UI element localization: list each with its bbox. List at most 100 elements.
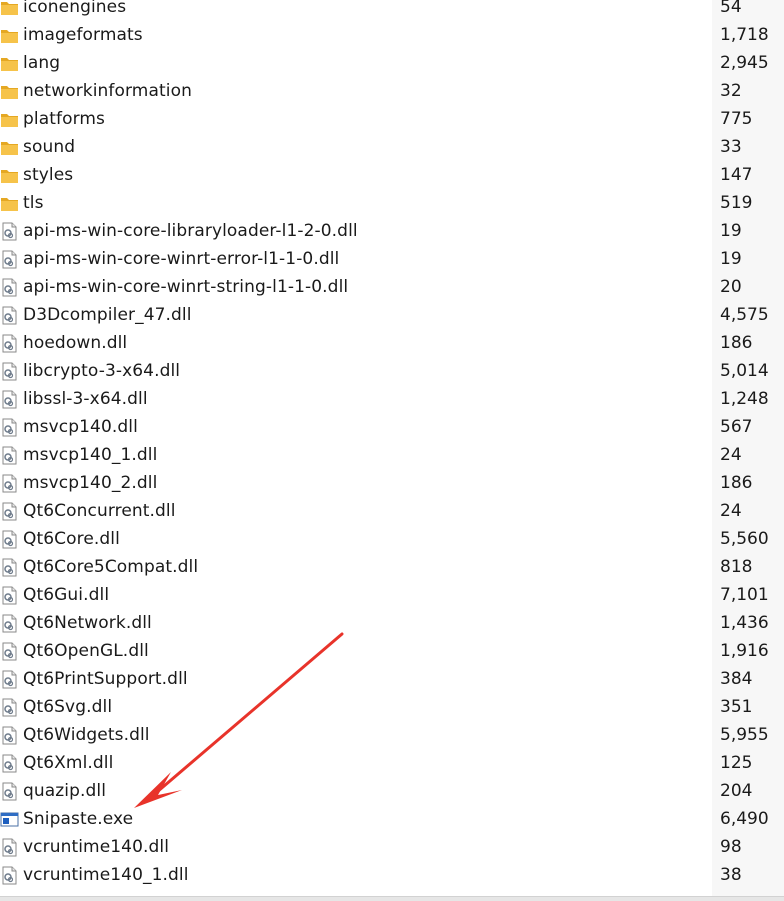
- file-row[interactable]: Snipaste.exe 6,490: [0, 805, 784, 833]
- file-name: Qt6Widgets.dll: [23, 725, 150, 745]
- file-size: 54: [720, 0, 742, 17]
- dll-file-icon: [0, 222, 19, 241]
- dll-file-icon: [0, 614, 19, 633]
- file-row[interactable]: Qt6Core.dll 5,560: [0, 525, 784, 553]
- dll-file-icon: [0, 362, 19, 381]
- file-name: api-ms-win-core-libraryloader-l1-2-0.dll: [23, 221, 358, 241]
- dll-file-icon: [0, 670, 19, 689]
- file-row[interactable]: hoedown.dll 186: [0, 329, 784, 357]
- file-size: 2,945: [720, 53, 769, 73]
- file-row[interactable]: Qt6Xml.dll 125: [0, 749, 784, 777]
- dll-file-icon: [0, 250, 19, 269]
- file-row[interactable]: libssl-3-x64.dll 1,248: [0, 385, 784, 413]
- file-row[interactable]: api-ms-win-core-winrt-error-l1-1-0.dll 19: [0, 245, 784, 273]
- file-name: Qt6Core.dll: [23, 529, 120, 549]
- file-row[interactable]: msvcp140_2.dll 186: [0, 469, 784, 497]
- file-size: 19: [720, 249, 742, 269]
- file-row[interactable]: msvcp140_1.dll 24: [0, 441, 784, 469]
- file-row[interactable]: Qt6OpenGL.dll 1,916: [0, 637, 784, 665]
- file-row[interactable]: D3Dcompiler_47.dll 4,575: [0, 301, 784, 329]
- file-row[interactable]: Qt6Gui.dll 7,101: [0, 581, 784, 609]
- file-row[interactable]: tls 519: [0, 189, 784, 217]
- file-name: lang: [23, 53, 61, 73]
- file-row[interactable]: api-ms-win-core-libraryloader-l1-2-0.dll…: [0, 217, 784, 245]
- dll-file-icon: [0, 558, 19, 577]
- file-size: 125: [720, 753, 753, 773]
- file-name: imageformats: [23, 25, 143, 45]
- file-size: 24: [720, 501, 742, 521]
- file-row[interactable]: quazip.dll 204: [0, 777, 784, 805]
- file-size: 98: [720, 837, 742, 857]
- file-name: D3Dcompiler_47.dll: [23, 305, 192, 325]
- file-row[interactable]: Qt6Concurrent.dll 24: [0, 497, 784, 525]
- folder-icon: [0, 166, 19, 185]
- file-size: 1,248: [720, 389, 769, 409]
- dll-file-icon: [0, 334, 19, 353]
- file-size: 351: [720, 697, 753, 717]
- file-name: vcruntime140.dll: [23, 837, 170, 857]
- file-name: vcruntime140_1.dll: [23, 865, 189, 885]
- file-row[interactable]: Qt6Network.dll 1,436: [0, 609, 784, 637]
- file-size: 1,718: [720, 25, 769, 45]
- dll-file-icon: [0, 698, 19, 717]
- file-name: msvcp140_1.dll: [23, 445, 158, 465]
- folder-icon: [0, 82, 19, 101]
- file-name: hoedown.dll: [23, 333, 128, 353]
- file-size: 519: [720, 193, 753, 213]
- file-row[interactable]: platforms 775: [0, 105, 784, 133]
- dll-file-icon: [0, 838, 19, 857]
- file-row[interactable]: imageformats 1,718: [0, 21, 784, 49]
- file-size: 567: [720, 417, 753, 437]
- file-row[interactable]: vcruntime140.dll 98: [0, 833, 784, 861]
- file-name: Qt6OpenGL.dll: [23, 641, 149, 661]
- file-name: Qt6Gui.dll: [23, 585, 110, 605]
- file-name: sound: [23, 137, 76, 157]
- file-size: 147: [720, 165, 753, 185]
- file-size: 1,436: [720, 613, 769, 633]
- dll-file-icon: [0, 586, 19, 605]
- file-name: api-ms-win-core-winrt-error-l1-1-0.dll: [23, 249, 340, 269]
- dll-file-icon: [0, 866, 19, 885]
- dll-file-icon: [0, 390, 19, 409]
- file-row[interactable]: Qt6Svg.dll 351: [0, 693, 784, 721]
- file-name: Qt6PrintSupport.dll: [23, 669, 188, 689]
- file-row[interactable]: iconengines 54: [0, 0, 784, 21]
- file-size: 5,955: [720, 725, 769, 745]
- file-row[interactable]: lang 2,945: [0, 49, 784, 77]
- file-name: quazip.dll: [23, 781, 107, 801]
- file-size: 38: [720, 865, 742, 885]
- file-size: 384: [720, 669, 753, 689]
- folder-icon: [0, 26, 19, 45]
- file-row[interactable]: Qt6Widgets.dll 5,955: [0, 721, 784, 749]
- file-name: Qt6Core5Compat.dll: [23, 557, 199, 577]
- file-row[interactable]: msvcp140.dll 567: [0, 413, 784, 441]
- file-row[interactable]: styles 147: [0, 161, 784, 189]
- file-explorer-view: iconengines 54 imageformats 1,718 lang 2,945 n…: [0, 0, 784, 901]
- folder-icon: [0, 138, 19, 157]
- dll-file-icon: [0, 782, 19, 801]
- file-name: Qt6Svg.dll: [23, 697, 113, 717]
- file-row[interactable]: Qt6PrintSupport.dll 384: [0, 665, 784, 693]
- dll-file-icon: [0, 754, 19, 773]
- file-row[interactable]: networkinformation 32: [0, 77, 784, 105]
- file-size: 33: [720, 137, 742, 157]
- file-size: 186: [720, 473, 753, 493]
- folder-icon: [0, 110, 19, 129]
- dll-file-icon: [0, 726, 19, 745]
- file-size: 32: [720, 81, 742, 101]
- file-name: networkinformation: [23, 81, 192, 101]
- file-row[interactable]: vcruntime140_1.dll 38: [0, 861, 784, 889]
- folder-icon: [0, 0, 19, 17]
- horizontal-scrollbar[interactable]: [0, 896, 784, 901]
- dll-file-icon: [0, 418, 19, 437]
- file-row[interactable]: libcrypto-3-x64.dll 5,014: [0, 357, 784, 385]
- file-size: 4,575: [720, 305, 769, 325]
- file-row[interactable]: sound 33: [0, 133, 784, 161]
- file-size: 7,101: [720, 585, 769, 605]
- file-list: iconengines 54 imageformats 1,718 lang 2,945 n…: [0, 0, 784, 889]
- folder-icon: [0, 194, 19, 213]
- dll-file-icon: [0, 306, 19, 325]
- file-row[interactable]: Qt6Core5Compat.dll 818: [0, 553, 784, 581]
- file-row[interactable]: api-ms-win-core-winrt-string-l1-1-0.dll 2…: [0, 273, 784, 301]
- file-size: 5,560: [720, 529, 769, 549]
